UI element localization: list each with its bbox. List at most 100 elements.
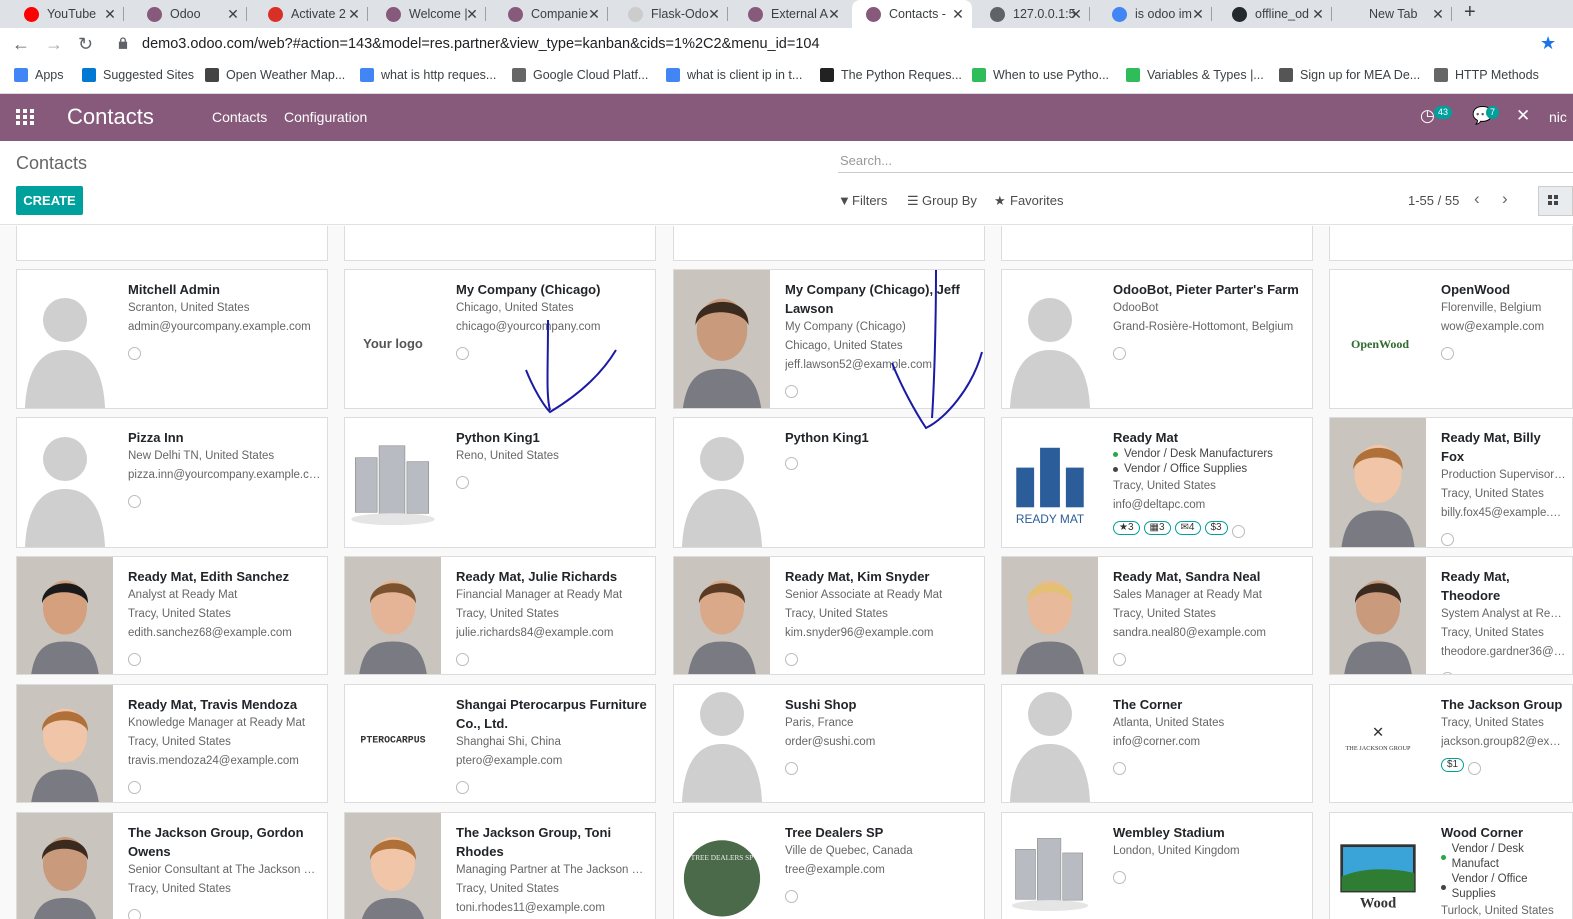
stat-pill[interactable]: ▦3 bbox=[1143, 521, 1171, 535]
activity-clock-icon[interactable] bbox=[456, 476, 469, 489]
tab-close-icon[interactable]: ✕ bbox=[586, 6, 602, 22]
activity-clock-icon[interactable] bbox=[456, 347, 469, 360]
tab-close-icon[interactable]: ✕ bbox=[826, 6, 842, 22]
kanban-card-partial[interactable] bbox=[1329, 226, 1573, 261]
debug-tools-icon[interactable]: ✕ bbox=[1516, 106, 1530, 126]
contact-card[interactable]: TREE DEALERS SP Tree Dealers SP Ville de Q… bbox=[673, 812, 985, 919]
tab-close-icon[interactable]: ✕ bbox=[950, 6, 966, 22]
bookmark-item[interactable]: HTTP Methods bbox=[1434, 68, 1539, 82]
browser-tab[interactable]: Companie ✕ bbox=[494, 0, 608, 28]
activity-clock-icon[interactable] bbox=[785, 653, 798, 666]
tab-close-icon[interactable]: ✕ bbox=[1068, 6, 1084, 22]
contact-card[interactable]: PTEROCARPUS Shangai Pterocarpus Furniture… bbox=[344, 684, 656, 803]
activity-clock-icon[interactable] bbox=[1441, 347, 1454, 360]
contact-card[interactable]: Python King1 Reno, United States bbox=[344, 417, 656, 548]
user-menu[interactable]: nic bbox=[1549, 109, 1567, 125]
activity-clock-icon[interactable] bbox=[128, 653, 141, 666]
contact-card[interactable]: Ready Mat, Theodore System Analyst at Rea… bbox=[1329, 556, 1573, 675]
contact-card[interactable]: Ready Mat, Billy Fox Production Superviso… bbox=[1329, 417, 1573, 548]
contact-card[interactable]: Wood Wood Corner Vendor / Desk Manufact Ven… bbox=[1329, 812, 1573, 919]
filters-button[interactable]: Filters bbox=[852, 193, 887, 208]
contact-card[interactable]: The Jackson Group, Gordon Owens Senior Co… bbox=[16, 812, 328, 919]
bookmark-item[interactable]: Google Cloud Platf... bbox=[512, 68, 648, 82]
contact-card[interactable]: READY MAT Ready Mat Vendor / Desk Manufact… bbox=[1001, 417, 1313, 548]
browser-tab[interactable]: External A ✕ bbox=[734, 0, 848, 28]
activity-clock-icon[interactable] bbox=[456, 781, 469, 794]
browser-tab[interactable]: Odoo ✕ bbox=[133, 0, 247, 28]
contact-card[interactable]: The Jackson Group, Toni Rhodes Managing P… bbox=[344, 812, 656, 919]
bookmark-item[interactable]: When to use Pytho... bbox=[972, 68, 1109, 82]
browser-tab[interactable]: Activate 2 ✕ bbox=[254, 0, 368, 28]
browser-tab[interactable]: Flask-Odo ✕ bbox=[614, 0, 728, 28]
group-by-list-icon[interactable]: ☰ bbox=[907, 193, 919, 209]
tab-close-icon[interactable]: ✕ bbox=[1430, 6, 1446, 22]
forward-icon[interactable]: → bbox=[45, 34, 63, 55]
contact-card[interactable]: Pizza Inn New Delhi TN, United States pizz… bbox=[16, 417, 328, 548]
browser-tab[interactable]: offline_od ✕ bbox=[1218, 0, 1332, 28]
activity-clock-icon[interactable] bbox=[456, 653, 469, 666]
bookmark-item[interactable]: Suggested Sites bbox=[82, 68, 194, 82]
contact-card[interactable]: Ready Mat, Sandra Neal Sales Manager at R… bbox=[1001, 556, 1313, 675]
contact-card[interactable]: Wembley Stadium London, United Kingdom bbox=[1001, 812, 1313, 919]
search-input[interactable]: Search... bbox=[838, 151, 1573, 173]
contact-card[interactable]: Sushi Shop Paris, France order@sushi.com bbox=[673, 684, 985, 803]
bookmark-item[interactable]: Apps bbox=[14, 68, 64, 82]
app-brand-title[interactable]: Contacts bbox=[67, 104, 154, 130]
activity-clock-icon[interactable] bbox=[785, 890, 798, 903]
bookmark-item[interactable]: The Python Reques... bbox=[820, 68, 962, 82]
browser-tab[interactable]: is odoo im ✕ bbox=[1098, 0, 1212, 28]
create-button[interactable]: CREATE bbox=[16, 186, 83, 215]
contact-card[interactable]: The Corner Atlanta, United States info@cor… bbox=[1001, 684, 1313, 803]
filters-funnel-icon[interactable]: ▼ bbox=[838, 193, 851, 208]
back-icon[interactable]: ← bbox=[12, 34, 30, 55]
pager-value[interactable]: 1-55 / 55 bbox=[1408, 193, 1459, 208]
contact-card[interactable]: OdooBot, Pieter Parter's Farm OdooBot Gran… bbox=[1001, 269, 1313, 409]
menu-configuration[interactable]: Configuration bbox=[284, 109, 367, 125]
pager-previous-icon[interactable]: ‹ bbox=[1474, 189, 1480, 209]
kanban-card-partial[interactable] bbox=[16, 226, 328, 261]
stat-pill[interactable]: ✉4 bbox=[1174, 521, 1201, 535]
new-tab-plus-icon[interactable]: + bbox=[1464, 1, 1476, 24]
favorites-star-icon[interactable]: ★ bbox=[994, 193, 1006, 209]
contact-card[interactable]: Ready Mat, Travis Mendoza Knowledge Manag… bbox=[16, 684, 328, 803]
browser-tab[interactable]: Contacts - ✕ bbox=[852, 0, 972, 28]
bookmark-item[interactable]: Variables & Types |... bbox=[1126, 68, 1264, 82]
activity-clock-icon[interactable] bbox=[1113, 347, 1126, 360]
activity-clock-icon[interactable] bbox=[1113, 762, 1126, 775]
activity-clock-icon[interactable] bbox=[128, 781, 141, 794]
activity-clock-icon[interactable] bbox=[1113, 653, 1126, 666]
activity-clock-icon[interactable] bbox=[1231, 525, 1245, 538]
stat-pill[interactable]: $1 bbox=[1441, 758, 1465, 772]
group-by-button[interactable]: Group By bbox=[922, 193, 977, 208]
contact-card[interactable]: OpenWood OpenWood Florenville, Belgium wow@… bbox=[1329, 269, 1573, 409]
activity-clock-icon[interactable] bbox=[1441, 672, 1454, 674]
stat-pill[interactable]: ★3 bbox=[1113, 521, 1140, 535]
reload-icon[interactable]: ↻ bbox=[78, 34, 93, 55]
bookmark-item[interactable]: what is http reques... bbox=[360, 68, 496, 82]
kanban-card-partial[interactable] bbox=[673, 226, 985, 261]
activity-clock-icon[interactable]: ◷ bbox=[1420, 106, 1435, 126]
bookmark-item[interactable]: what is client ip in t... bbox=[666, 68, 802, 82]
activity-clock-icon[interactable] bbox=[128, 347, 141, 360]
activity-clock-icon[interactable] bbox=[785, 385, 798, 398]
contact-card[interactable]: ✕ THE JACKSON GROUP The Jackson Group Tracy… bbox=[1329, 684, 1573, 803]
activity-clock-icon[interactable] bbox=[1468, 762, 1482, 775]
tab-close-icon[interactable]: ✕ bbox=[706, 6, 722, 22]
tab-close-icon[interactable]: ✕ bbox=[1190, 6, 1206, 22]
contact-card[interactable]: Ready Mat, Kim Snyder Senior Associate at… bbox=[673, 556, 985, 675]
bookmark-item[interactable]: Sign up for MEA De... bbox=[1279, 68, 1420, 82]
activity-clock-icon[interactable] bbox=[785, 762, 798, 775]
browser-tab[interactable]: YouTube ✕ bbox=[10, 0, 124, 28]
contact-card[interactable]: Ready Mat, Julie Richards Financial Manag… bbox=[344, 556, 656, 675]
favorites-button[interactable]: Favorites bbox=[1010, 193, 1063, 208]
menu-contacts[interactable]: Contacts bbox=[212, 109, 267, 125]
url-text[interactable]: demo3.odoo.com/web?#action=143&model=res… bbox=[142, 36, 820, 52]
tab-close-icon[interactable]: ✕ bbox=[464, 6, 480, 22]
kanban-card-partial[interactable] bbox=[344, 226, 656, 261]
stat-pill[interactable]: $3 bbox=[1204, 521, 1228, 535]
browser-tab[interactable]: New Tab ✕ bbox=[1332, 0, 1452, 28]
bookmark-item[interactable]: Open Weather Map... bbox=[205, 68, 345, 82]
kanban-card-partial[interactable] bbox=[1001, 226, 1313, 261]
activity-clock-icon[interactable] bbox=[1113, 871, 1126, 884]
browser-tab[interactable]: 127.0.0.1:5 ✕ bbox=[976, 0, 1090, 28]
